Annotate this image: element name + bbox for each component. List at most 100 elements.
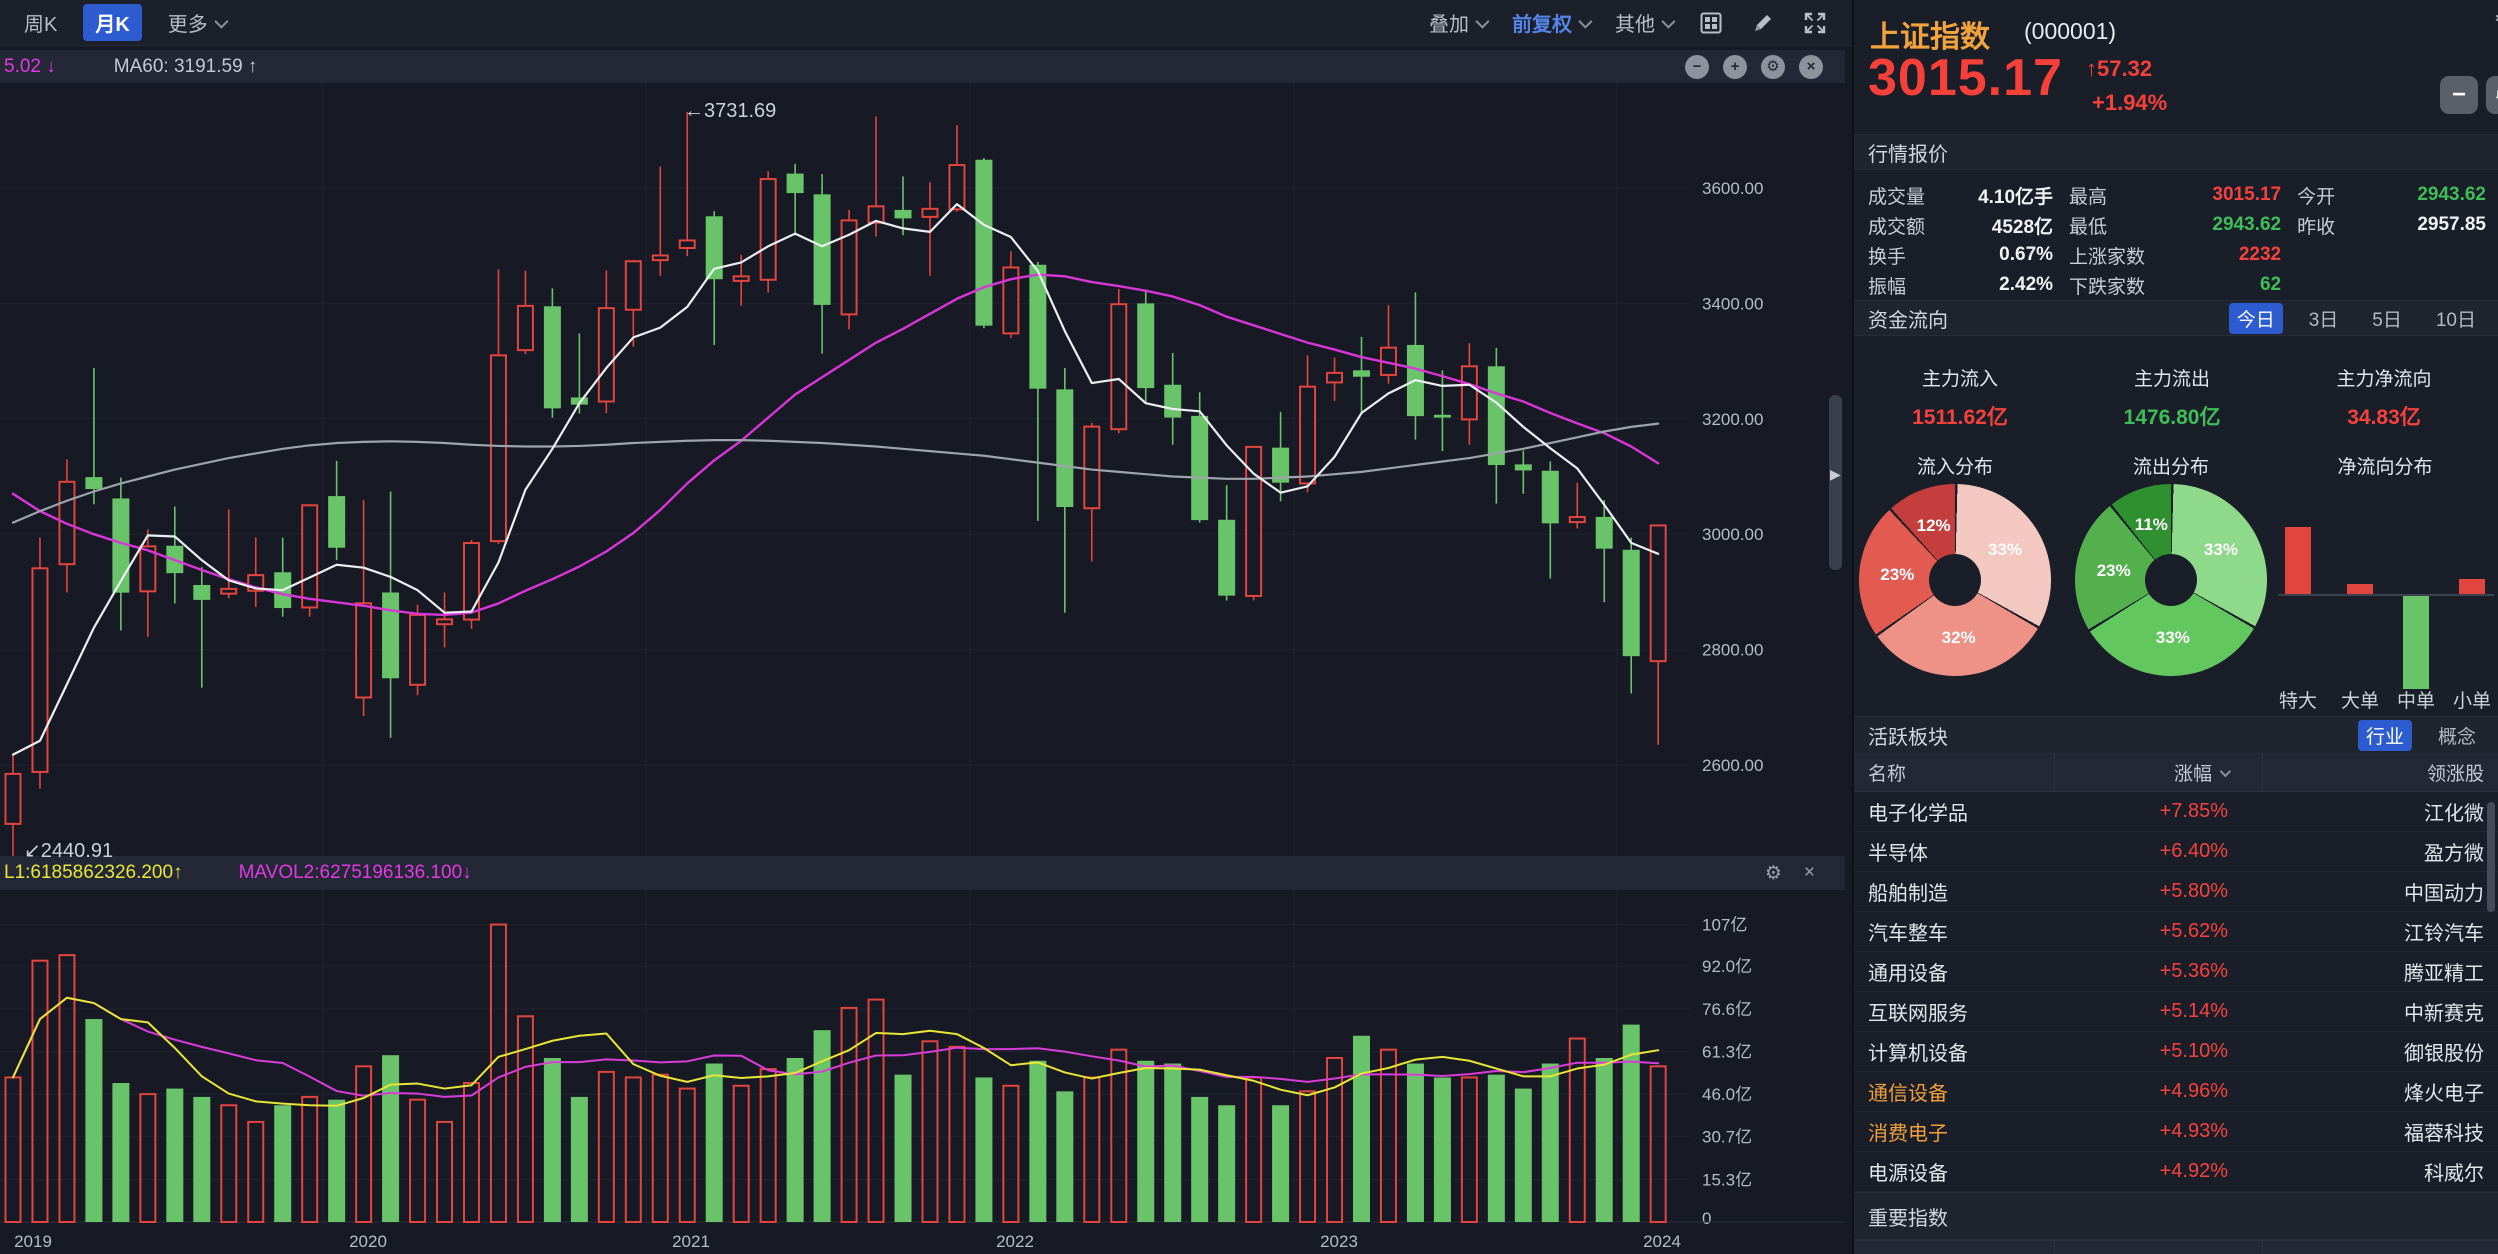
netflow-label-md: 中单 [2386,686,2446,713]
grid-layout-icon[interactable] [1698,10,1724,36]
quote-label: 昨收 [2297,212,2335,239]
header-change[interactable]: 涨幅 [2054,754,2262,791]
main-outflow-stat: 主力流出1476.80亿 [2082,364,2262,431]
overlay-menu[interactable]: 叠加 [1429,8,1486,37]
index-header: 上证指数 (000001) 3015.17 ↑57.32 +1.94% ⚙ − [1854,0,2498,134]
quote-value: 62 [2260,274,2281,296]
adjust-menu[interactable]: 前复权 [1512,8,1589,37]
chevron-down-icon [214,14,228,28]
index-change: ↑57.32 [2086,56,2152,82]
other-menu[interactable]: 其他 [1615,8,1672,37]
panel-gear-icon[interactable]: ⚙ [2494,6,2498,31]
next-table-header-sliver [1854,1240,2498,1254]
sector-change: +6.40% [2054,840,2262,863]
flow-body: 主力流入1511.62亿 主力流出1476.80亿 主力净流向34.83亿 流入… [1854,336,2498,716]
main-inflow-stat: 主力流入1511.62亿 [1870,364,2050,431]
sector-row[interactable]: 半导体 +6.40% 盈方微 [1854,832,2498,872]
svg-text:107亿: 107亿 [1702,916,1747,935]
sector-row[interactable]: 船舶制造 +5.80% 中国动力 [1854,872,2498,912]
svg-text:30.7亿: 30.7亿 [1702,1128,1752,1147]
sector-name: 消费电子 [1854,1117,2054,1146]
sector-name: 计算机设备 [1854,1037,2054,1066]
sector-leader: 福蓉科技 [2262,1117,2498,1146]
sort-desc-icon [2220,765,2231,776]
sector-row[interactable]: 消费电子 +4.93% 福蓉科技 [1854,1112,2498,1152]
sector-leader: 中新赛克 [2262,997,2498,1026]
flow-tab[interactable]: 10日 [2428,303,2484,334]
alert-bell-button[interactable] [2486,76,2498,114]
quote-row: 今开2943.62 [2297,180,2486,210]
quote-label: 成交量 [1868,182,1925,209]
sector-change: +7.85% [2054,800,2262,823]
sector-change: +5.10% [2054,1040,2262,1063]
sector-name: 通信设备 [1854,1077,2054,1106]
quote-value: 4528亿 [1992,212,2053,239]
close-icon[interactable]: × [1799,55,1823,79]
tab-month-k[interactable]: 月K [83,4,141,41]
header-leader[interactable]: 领涨股 [2262,754,2498,791]
fullscreen-icon[interactable] [1802,10,1828,36]
sector-change: +4.92% [2054,1160,2262,1183]
draw-brush-icon[interactable] [1750,10,1776,36]
outflow-donut-title: 流出分布 [2081,452,2261,479]
collapse-panel-icon[interactable]: ▶ [1830,466,1841,483]
netflow-label-xl: 特大 [2268,686,2328,713]
volume-close-icon[interactable]: × [1804,862,1815,884]
ma-indicator-strip: 5.02 ↓ MA60: 3191.59 ↑ − + ⚙ × [0,50,1845,83]
netflow-label-sm: 小单 [2442,686,2498,713]
high-annotation: ←3731.69 [684,100,776,123]
more-label: 更多 [168,8,208,37]
quote-row: 昨收2957.85 [2297,210,2486,240]
kline-volume-chart[interactable]: 3600.003400.003200.003000.002800.002600.… [0,46,1845,1254]
svg-text:2022: 2022 [996,1232,1034,1251]
sector-row[interactable]: 互联网服务 +5.14% 中新赛克 [1854,992,2498,1032]
settings-gear-icon[interactable]: ⚙ [1761,55,1785,79]
flow-tab[interactable]: 3日 [2301,303,2347,334]
quote-row: 成交量 4.10亿手 [1868,180,2053,210]
quote-value: 4.10亿手 [1978,182,2053,209]
sector-row[interactable]: 计算机设备 +5.10% 御银股份 [1854,1032,2498,1072]
mavol-indicator-strip: L1:6185862326.200↑ MAVOL2:6275196136.100… [0,856,1845,890]
other-label: 其他 [1615,8,1655,37]
quote-row: 下跌家数 62 [2069,270,2281,300]
quote-value: 2.42% [1999,274,2053,296]
sector-row[interactable]: 电子化学品 +7.85% 江化微 [1854,792,2498,832]
sector-leader: 江铃汽车 [2262,917,2498,946]
minimize-button[interactable]: − [2440,76,2478,114]
svg-text:3600.00: 3600.00 [1702,179,1763,198]
index-panel: 上证指数 (000001) 3015.17 ↑57.32 +1.94% ⚙ − … [1852,0,2498,1254]
quote-label: 下跌家数 [2069,272,2145,299]
svg-text:15.3亿: 15.3亿 [1702,1170,1752,1189]
sector-tab[interactable]: 行业 [2358,720,2412,751]
flow-tab[interactable]: 5日 [2364,303,2410,334]
header-name[interactable]: 名称 [1854,759,2054,786]
svg-text:92.0亿: 92.0亿 [1702,957,1752,976]
low-annotation: ↙2440.91 [24,838,113,863]
quote-col-2: 最高3015.17最低2943.62上涨家数2232下跌家数62 [2069,180,2281,300]
volume-settings-gear-icon[interactable]: ⚙ [1765,862,1782,885]
sector-leader: 盈方微 [2262,837,2498,866]
zoom-in-icon[interactable]: + [1723,55,1747,79]
quote-value: 2943.62 [2212,214,2281,236]
sector-row[interactable]: 汽车整车 +5.62% 江铃汽车 [1854,912,2498,952]
sectors-section-bar: 活跃板块 行业概念 [1854,716,2498,754]
flow-tab[interactable]: 今日 [2229,303,2283,334]
sector-row[interactable]: 通用设备 +5.36% 腾亚精工 [1854,952,2498,992]
sector-tab[interactable]: 概念 [2430,720,2484,751]
sector-change: +4.93% [2054,1120,2262,1143]
zoom-out-icon[interactable]: − [1685,55,1709,79]
sectors-section-title: 活跃板块 [1868,721,1948,750]
quote-label: 成交额 [1868,212,1925,239]
quote-row: 振幅2.42% [1868,270,2053,300]
overlay-label: 叠加 [1429,8,1469,37]
table-scrollbar-thumb[interactable] [2487,802,2495,912]
netflow-chart-title: 净流向分布 [2295,452,2475,479]
sector-change: +5.14% [2054,1000,2262,1023]
more-menu[interactable]: 更多 [168,8,225,37]
sector-change: +5.36% [2054,960,2262,983]
svg-text:2024: 2024 [1643,1232,1681,1251]
sector-row[interactable]: 电源设备 +4.92% 科威尔 [1854,1152,2498,1192]
flow-tabs: 今日 3日 5日 10日 [2229,303,2484,334]
tab-week-k[interactable]: 周K [24,8,57,37]
sector-row[interactable]: 通信设备 +4.96% 烽火电子 [1854,1072,2498,1112]
